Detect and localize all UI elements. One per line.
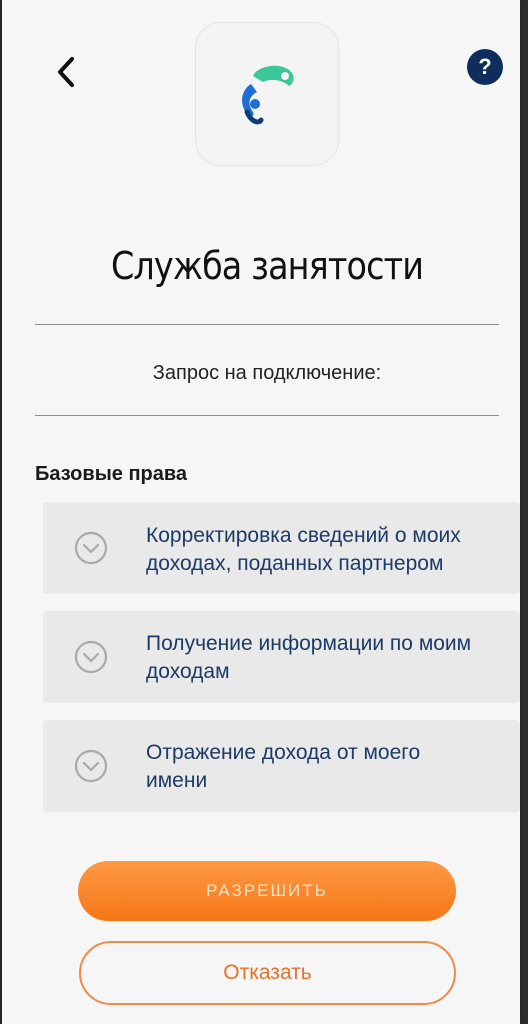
permission-label: Получение информации по моим доходам (146, 632, 472, 683)
permission-item[interactable]: Отражение дохода от моего имени (43, 720, 520, 812)
divider-bottom (35, 415, 499, 416)
back-button[interactable] (46, 50, 86, 94)
employment-service-logo (242, 65, 294, 125)
permission-item[interactable]: Корректировка сведений о моих доходах, п… (43, 502, 520, 594)
chevron-down-circle-icon (74, 640, 108, 674)
request-label: Запрос на подключение: (152, 362, 382, 384)
page-title: Служба занятости (110, 244, 424, 288)
rights-heading: Базовые права (35, 463, 188, 485)
permission-label: Отражение дохода от моего имени (146, 741, 421, 792)
divider-top (35, 324, 499, 325)
chevron-left-icon (58, 57, 74, 87)
chevron-down-circle-icon (74, 749, 108, 783)
chevron-down-circle-icon (74, 531, 108, 565)
consent-screen: ? Служба занятости Запрос на подключение… (2, 0, 520, 1024)
app-logo-tile (195, 22, 339, 166)
permission-item[interactable]: Получение информации по моим доходам (43, 611, 520, 703)
help-button[interactable]: ? (467, 49, 503, 85)
deny-button[interactable]: Отказать (79, 941, 456, 1005)
help-icon: ? (478, 54, 492, 79)
allow-button[interactable]: РАЗРЕШИТЬ (78, 861, 456, 921)
permission-label: Корректировка сведений о моих доходах, п… (146, 524, 461, 575)
